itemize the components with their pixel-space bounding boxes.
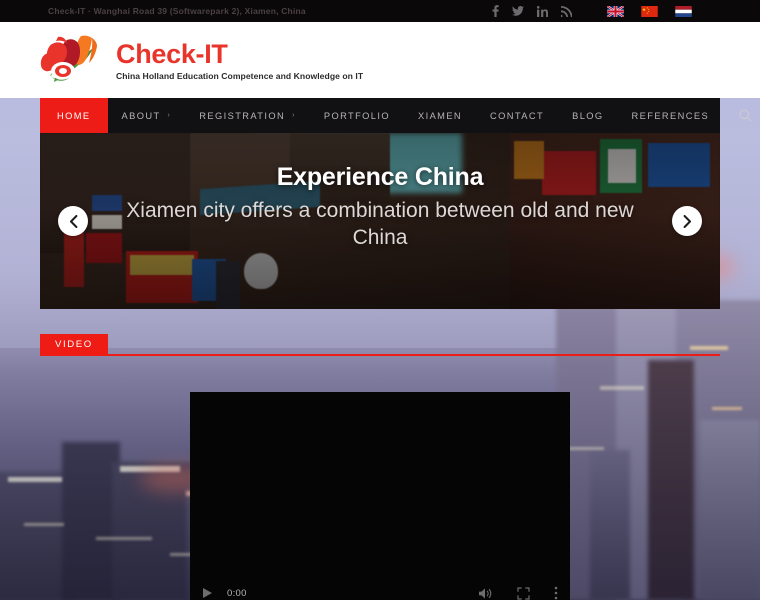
hero-subtitle: Xiamen city offers a combination between… [126,199,634,249]
nav-label: REFERENCES [631,110,710,121]
search-icon[interactable] [723,98,760,133]
top-bar-right [492,5,746,17]
hero-slider: Experience China Xiamen city offers a co… [40,133,720,309]
nav-label: HOME [57,110,91,121]
fullscreen-icon[interactable] [517,586,530,600]
nav-item-portfolio[interactable]: PORTFOLIO [310,98,404,133]
slider-next-button[interactable] [672,206,702,236]
nav-item-contact[interactable]: CONTACT [476,98,558,133]
nav-item-about[interactable]: ABOUT › [108,98,186,133]
play-icon[interactable] [202,587,213,599]
language-switcher [607,5,692,17]
nav-item-references[interactable]: REFERENCES [618,98,724,133]
flag-uk[interactable] [607,5,624,17]
video-time: 0:00 [227,587,247,599]
volume-icon[interactable] [478,587,493,600]
nav-label: PORTFOLIO [323,110,390,121]
facebook-icon[interactable] [492,5,499,17]
site-tagline: China Holland Education Competence and K… [116,71,364,82]
nav-item-home[interactable]: HOME [40,98,108,133]
hero-title: Experience China [276,163,484,191]
chevron-right-icon: › [292,112,296,119]
logo-text-block[interactable]: Check-IT China Holland Education Compete… [116,39,363,81]
chevron-right-icon: › [167,112,172,119]
twitter-icon[interactable] [512,6,524,16]
flag-netherlands[interactable] [675,5,692,17]
section-divider [40,354,720,356]
more-options-icon[interactable] [554,586,558,600]
linkedin-icon[interactable] [537,5,548,17]
chevron-left-icon [69,214,78,228]
site-title: Check-IT [116,39,228,70]
chevron-right-icon [683,214,692,228]
nav-item-registration[interactable]: REGISTRATION › [185,98,310,133]
hero-caption: Experience China Xiamen city offers a co… [40,163,720,252]
nav-label: ABOUT [121,110,161,121]
top-bar: Check-IT · Wanghai Road 39 (Softwarepark… [0,0,760,22]
slider-prev-button[interactable] [58,206,88,236]
nav-label: XIAMEN [418,110,463,121]
video-player[interactable]: 0:00 [190,392,570,600]
rss-icon[interactable] [561,5,572,17]
nav-item-xiamen[interactable]: XIAMEN [404,98,476,133]
video-controls-right [478,586,558,600]
video-controls: 0:00 [190,571,570,600]
nav-item-blog[interactable]: BLOG [558,98,617,133]
flower-logo-icon[interactable] [40,32,102,88]
video-section: VIDEO 0:00 [0,334,760,600]
flag-china[interactable] [641,5,658,17]
nav-label: REGISTRATION [199,110,286,121]
nav-label: BLOG [572,110,604,121]
site-header: Check-IT China Holland Education Compete… [0,22,760,98]
nav-label: CONTACT [490,110,545,121]
video-section-label: VIDEO [40,334,108,356]
contact-address: Check-IT · Wanghai Road 39 (Softwarepark… [48,6,306,16]
main-navigation: HOME ABOUT › REGISTRATION › PORTFOLIO XI… [40,98,752,133]
video-section-header: VIDEO [40,334,720,356]
